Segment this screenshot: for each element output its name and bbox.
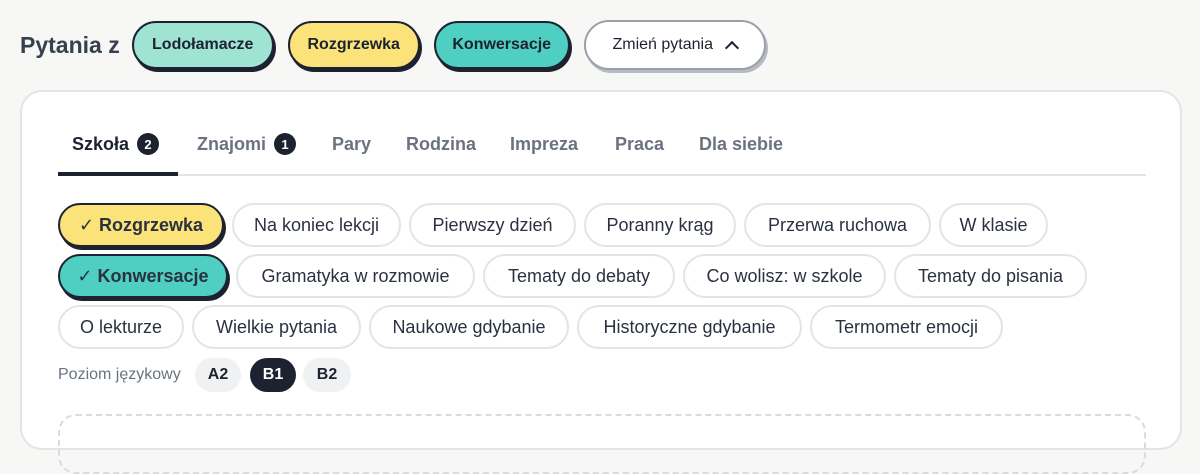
level-a2-button[interactable]: A2 [195,358,241,392]
chip-about-reading[interactable]: O lekturze [58,305,184,349]
chip-in-class[interactable]: W klasie [939,203,1048,247]
category-conversations-button[interactable]: Konwersacje [433,21,570,69]
chip-emotion-thermometer[interactable]: Termometr emocji [810,305,1003,349]
chip-morning-circle[interactable]: Poranny krąg [584,203,736,247]
tab-friends-count-badge: 1 [274,133,297,155]
chevron-up-icon [724,40,740,56]
chip-first-day[interactable]: Pierwszy dzień [409,203,576,247]
level-b2-button[interactable]: B2 [303,358,351,392]
tab-for-yourself[interactable]: Dla siebie [699,134,783,176]
chip-movement-break[interactable]: Przerwa ruchowa [744,203,931,247]
tab-work[interactable]: Praca [615,134,664,176]
tab-school[interactable]: Szkoła 2 [58,133,178,176]
question-drop-area [58,414,1146,474]
tab-family[interactable]: Rodzina [406,134,476,176]
chip-history-what-if[interactable]: Historyczne gdybanie [577,305,802,349]
chip-end-of-lesson[interactable]: Na koniec lekcji [232,203,401,247]
chip-debate-topics[interactable]: Tematy do debaty [483,254,675,298]
questions-panel: Szkoła 2 Znajomi 1 Pary Rodzina Impreza … [20,90,1182,474]
tab-school-count-badge: 2 [137,133,160,155]
chip-writing-topics[interactable]: Tematy do pisania [894,254,1087,298]
tab-friends-label: Znajomi [197,134,267,154]
questions-from-label: Pytania z [20,31,120,58]
tab-friends[interactable]: Znajomi 1 [197,133,297,176]
level-b1-button[interactable]: B1 [250,358,296,392]
category-warmup-button[interactable]: Rozgrzewka [287,21,420,69]
change-questions-label: Zmień pytania [612,36,713,53]
tab-couples[interactable]: Pary [332,134,371,176]
change-questions-button[interactable]: Zmień pytania [583,20,766,70]
question-source-bar: Pytania z Lodołamacze Rozgrzewka Konwers… [20,20,766,70]
chip-conversations-selected[interactable]: ✓ Konwersacje [58,254,228,298]
chip-grammar-in-conversation[interactable]: Gramatyka w rozmowie [236,254,475,298]
tab-party[interactable]: Impreza [510,134,578,176]
chip-science-what-if[interactable]: Naukowe gdybanie [369,305,569,349]
language-level-label: Poziom językowy [58,366,181,383]
tab-school-label: Szkoła [72,134,130,154]
chip-big-questions[interactable]: Wielkie pytania [192,305,361,349]
chip-would-you-rather-school[interactable]: Co wolisz: w szkole [683,254,886,298]
context-tabs: Szkoła 2 Znajomi 1 Pary Rodzina Impreza … [58,120,1146,176]
chip-warmup-selected[interactable]: ✓ Rozgrzewka [58,203,224,247]
category-icebreakers-button[interactable]: Lodołamacze [131,21,274,69]
